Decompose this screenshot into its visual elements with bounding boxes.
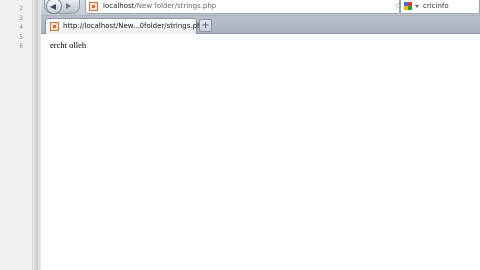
- tab-strip: http://localhost/New...0folder/strings.p…: [41, 16, 480, 34]
- back-arrow-icon[interactable]: [46, 0, 62, 14]
- google-icon[interactable]: [404, 2, 412, 11]
- search-input[interactable]: cricinfo: [400, 0, 480, 14]
- line-number: 5: [19, 33, 23, 41]
- line-number: 6: [19, 43, 23, 50]
- search-engine-dropdown-icon[interactable]: [415, 5, 419, 8]
- line-numbers: 2 3 4 5 6: [19, 4, 23, 52]
- browser-window: localhost/New folder/strings.php ☆ ◔ ↻ c…: [41, 0, 480, 270]
- line-number: 4: [19, 24, 23, 31]
- navigation-toolbar: localhost/New folder/strings.php ☆ ◔ ↻ c…: [41, 0, 480, 16]
- tab-strings-php[interactable]: http://localhost/New...0folder/strings.p…: [45, 18, 206, 34]
- new-tab-button[interactable]: +: [199, 19, 212, 32]
- line-number: 2: [19, 5, 23, 12]
- window-splitter[interactable]: [33, 0, 41, 270]
- address-bar[interactable]: localhost/New folder/strings.php ☆ ◔ ↻: [85, 0, 439, 14]
- site-favicon-icon: [89, 2, 98, 11]
- nav-button-group: [44, 0, 80, 14]
- editor-gutter: 2 3 4 5 6: [0, 0, 33, 270]
- line-number: 3: [19, 14, 23, 22]
- page-content: ercht olleh: [41, 35, 480, 270]
- tab-favicon-icon: [50, 22, 59, 31]
- page-output-text: ercht olleh: [50, 40, 87, 50]
- tab-label: http://localhost/New...0folder/strings.p…: [63, 22, 206, 30]
- forward-arrow-icon[interactable]: [66, 3, 71, 9]
- search-query[interactable]: cricinfo: [423, 2, 449, 11]
- url-host: localhost: [103, 2, 135, 10]
- url-path: /New folder/strings.php: [134, 2, 217, 10]
- address-text[interactable]: localhost/New folder/strings.php: [103, 2, 216, 11]
